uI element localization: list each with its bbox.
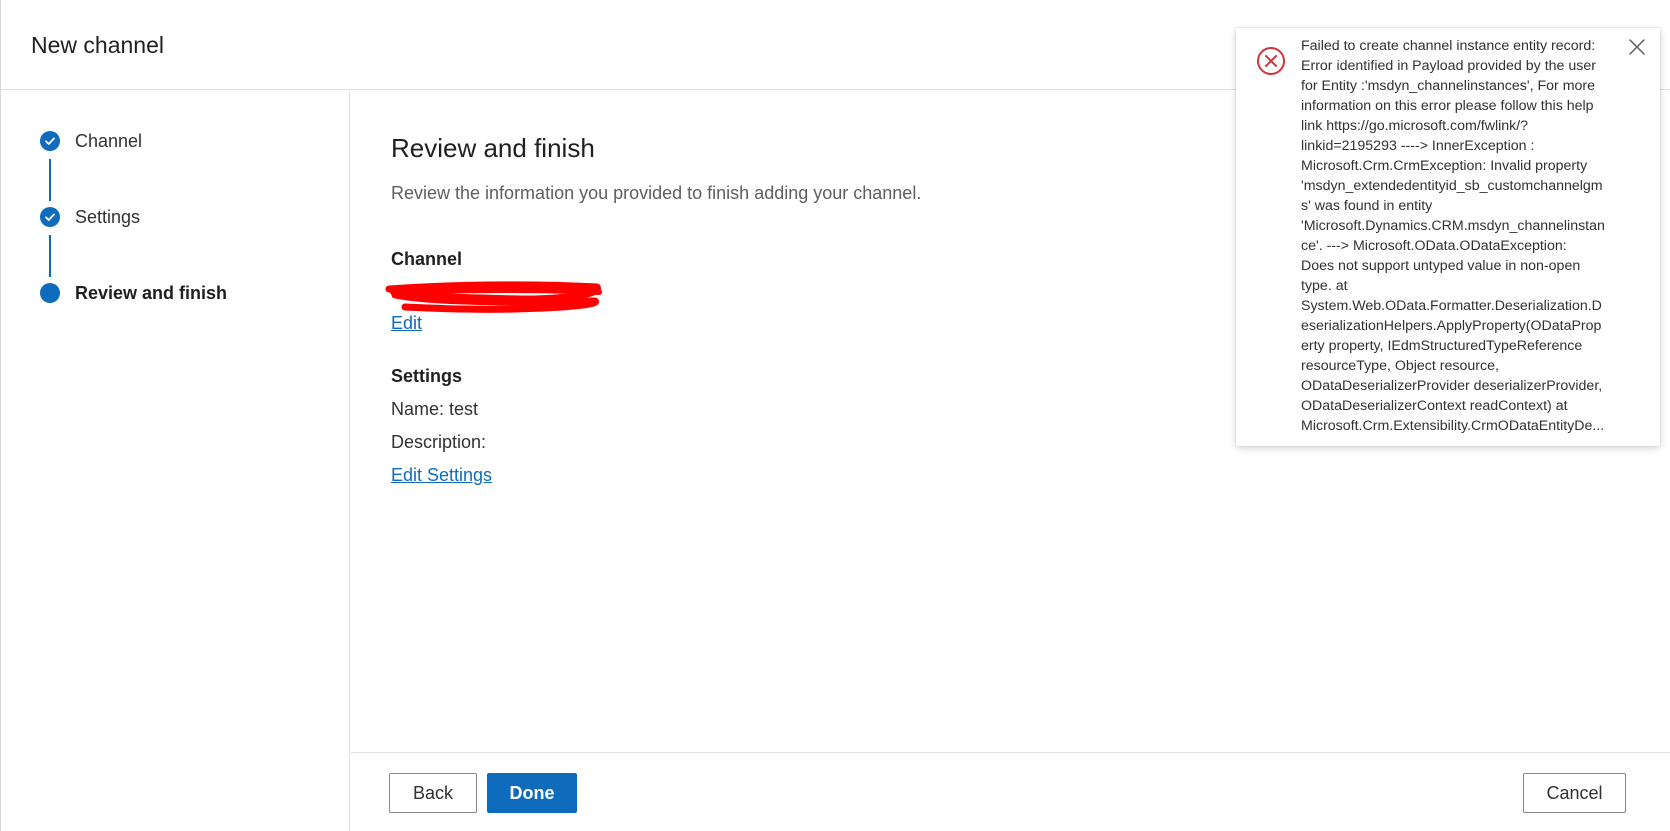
error-message-line: s' was found in entity — [1301, 198, 1433, 214]
error-message-line: 'Microsoft.Dynamics.CRM.msdyn_channelins… — [1301, 218, 1605, 234]
error-message-line: System.Web.OData.Formatter.Deserializati… — [1301, 298, 1602, 314]
error-message-line: Failed to create channel instance entity… — [1301, 38, 1596, 54]
error-toast: Failed to create channel instance entity… — [1236, 28, 1660, 446]
done-button[interactable]: Done — [487, 773, 577, 813]
footer-divider — [351, 752, 1670, 753]
section-title: Review and finish — [391, 133, 595, 163]
error-message-line: 'msdyn_extendedentityid_sb_customchannel… — [1301, 178, 1603, 194]
settings-description: Description: — [391, 432, 487, 452]
error-message-line: Error identified in Payload provided by … — [1301, 58, 1596, 74]
step-channel[interactable]: Channel — [40, 129, 142, 153]
page-title: New channel — [31, 32, 164, 58]
back-button[interactable]: Back — [389, 773, 477, 813]
settings-heading: Settings — [391, 366, 463, 386]
error-message-line: Microsoft.Crm.CrmException: Invalid prop… — [1301, 158, 1588, 174]
error-message-line: Does not support untyped value in non-op… — [1301, 258, 1581, 274]
wizard-stepper: Channel Settings Review and finish — [0, 91, 350, 831]
edit-channel-link[interactable]: Edit — [391, 313, 422, 334]
settings-name: Name: test — [391, 399, 479, 419]
step-label: Review and finish — [75, 282, 228, 303]
error-circle-icon — [1256, 46, 1286, 81]
error-message-line: Microsoft.Crm.Extensibility.CrmODataEnti… — [1301, 418, 1605, 434]
error-message-line: ODataDeserializerContext readContext) at — [1301, 398, 1568, 414]
checkmark-icon — [40, 207, 60, 227]
error-message-line: for Entity :'msdyn_channelinstances', Fo… — [1301, 78, 1596, 94]
current-step-dot-icon — [40, 283, 60, 303]
error-message-line: type. at — [1301, 278, 1348, 294]
error-message: Failed to create channel instance entity… — [1301, 36, 1621, 436]
cancel-button[interactable]: Cancel — [1523, 773, 1626, 813]
channel-heading: Channel — [391, 249, 463, 269]
close-icon[interactable] — [1624, 34, 1650, 60]
checkmark-icon — [40, 131, 60, 151]
step-settings[interactable]: Settings — [40, 205, 140, 229]
error-message-line: ODataDeserializerProvider deserializerPr… — [1301, 378, 1603, 394]
error-message-line: link https://go.microsoft.com/fwlink/? — [1301, 118, 1529, 134]
error-message-line: erty property, IEdmStructuredTypeReferen… — [1301, 338, 1583, 354]
error-message-line: information on this error please follow … — [1301, 98, 1594, 114]
step-connector — [49, 159, 51, 201]
step-connector — [49, 235, 51, 277]
redaction-scribble — [385, 281, 602, 313]
error-message-line: resourceType, Object resource, — [1301, 358, 1499, 374]
edit-settings-link[interactable]: Edit Settings — [391, 465, 492, 486]
step-review-and-finish[interactable]: Review and finish — [40, 281, 227, 305]
error-message-line: ce'. ---> Microsoft.OData.ODataException… — [1301, 238, 1567, 254]
section-subtitle: Review the information you provided to f… — [391, 183, 922, 203]
step-label: Channel — [75, 130, 143, 151]
error-message-line: linkid=2195293 ----> InnerException : — [1301, 138, 1535, 154]
step-label: Settings — [75, 206, 141, 227]
error-message-line: eserializationHelpers.ApplyProperty(ODat… — [1301, 318, 1602, 334]
